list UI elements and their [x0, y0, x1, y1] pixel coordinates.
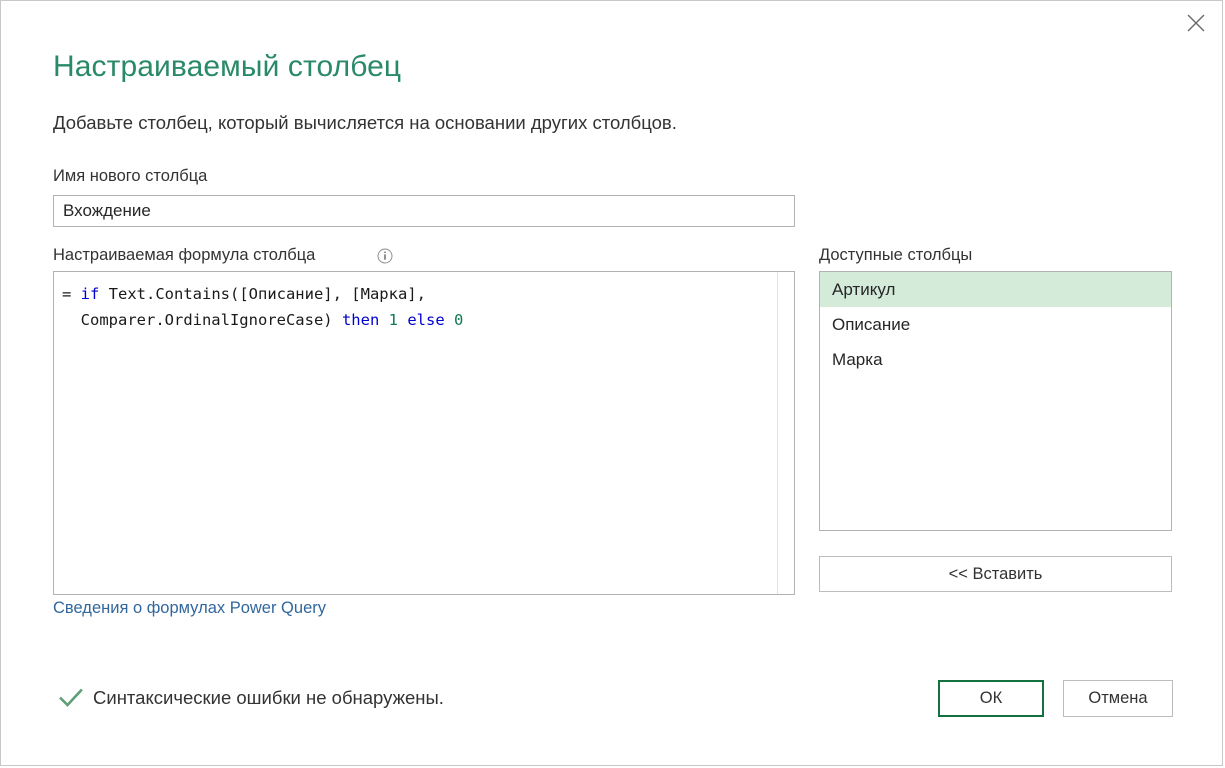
dialog-subtitle: Добавьте столбец, который вычисляется на… [53, 112, 677, 133]
cancel-button[interactable]: Отмена [1063, 680, 1173, 717]
status-message: Синтаксические ошибки не обнаружены. [93, 687, 444, 708]
formula-keyword-then: then [341, 311, 380, 329]
available-columns-list[interactable]: Артикул Описание Марка [819, 271, 1172, 531]
custom-formula-editor[interactable]: = if Text.Contains([Описание], [Марка], … [53, 271, 795, 595]
list-item[interactable]: Описание [820, 307, 1171, 342]
formula-keyword-if: if [80, 285, 100, 303]
power-query-formula-help-link[interactable]: Сведения о формулах Power Query [53, 599, 326, 618]
formula-space-1 [379, 311, 388, 329]
ok-button[interactable]: ОК [938, 680, 1044, 717]
status-row: Синтаксические ошибки не обнаружены. [58, 687, 444, 709]
formula-line2-prefix: Comparer.OrdinalIgnoreCase) [62, 311, 342, 329]
new-column-name-label: Имя нового столбца [53, 167, 208, 185]
custom-formula-label: Настраиваемая формула столбца [53, 246, 316, 264]
formula-number-zero: 0 [454, 311, 464, 329]
formula-line1-prefix: = [62, 285, 81, 303]
custom-column-dialog: Настраиваемый столбец Добавьте столбец, … [0, 0, 1223, 766]
formula-line1-rest: Text.Contains([Описание], [Марка], [99, 285, 426, 303]
formula-space-3 [445, 311, 454, 329]
available-columns-label: Доступные столбцы [819, 246, 973, 264]
page-title: Настраиваемый столбец [53, 50, 402, 83]
insert-column-button[interactable]: << Вставить [819, 556, 1172, 592]
list-item[interactable]: Артикул [820, 272, 1171, 307]
formula-number-one: 1 [388, 311, 398, 329]
new-column-name-input[interactable] [53, 195, 795, 227]
formula-code[interactable]: = if Text.Contains([Описание], [Марка], … [62, 281, 463, 333]
info-icon[interactable] [377, 248, 393, 264]
list-item[interactable]: Марка [820, 342, 1171, 377]
close-icon[interactable] [1168, 1, 1224, 45]
checkmark-icon [58, 687, 84, 709]
formula-space-2 [398, 311, 407, 329]
formula-scrollbar[interactable] [777, 272, 794, 594]
formula-keyword-else: else [407, 311, 445, 329]
